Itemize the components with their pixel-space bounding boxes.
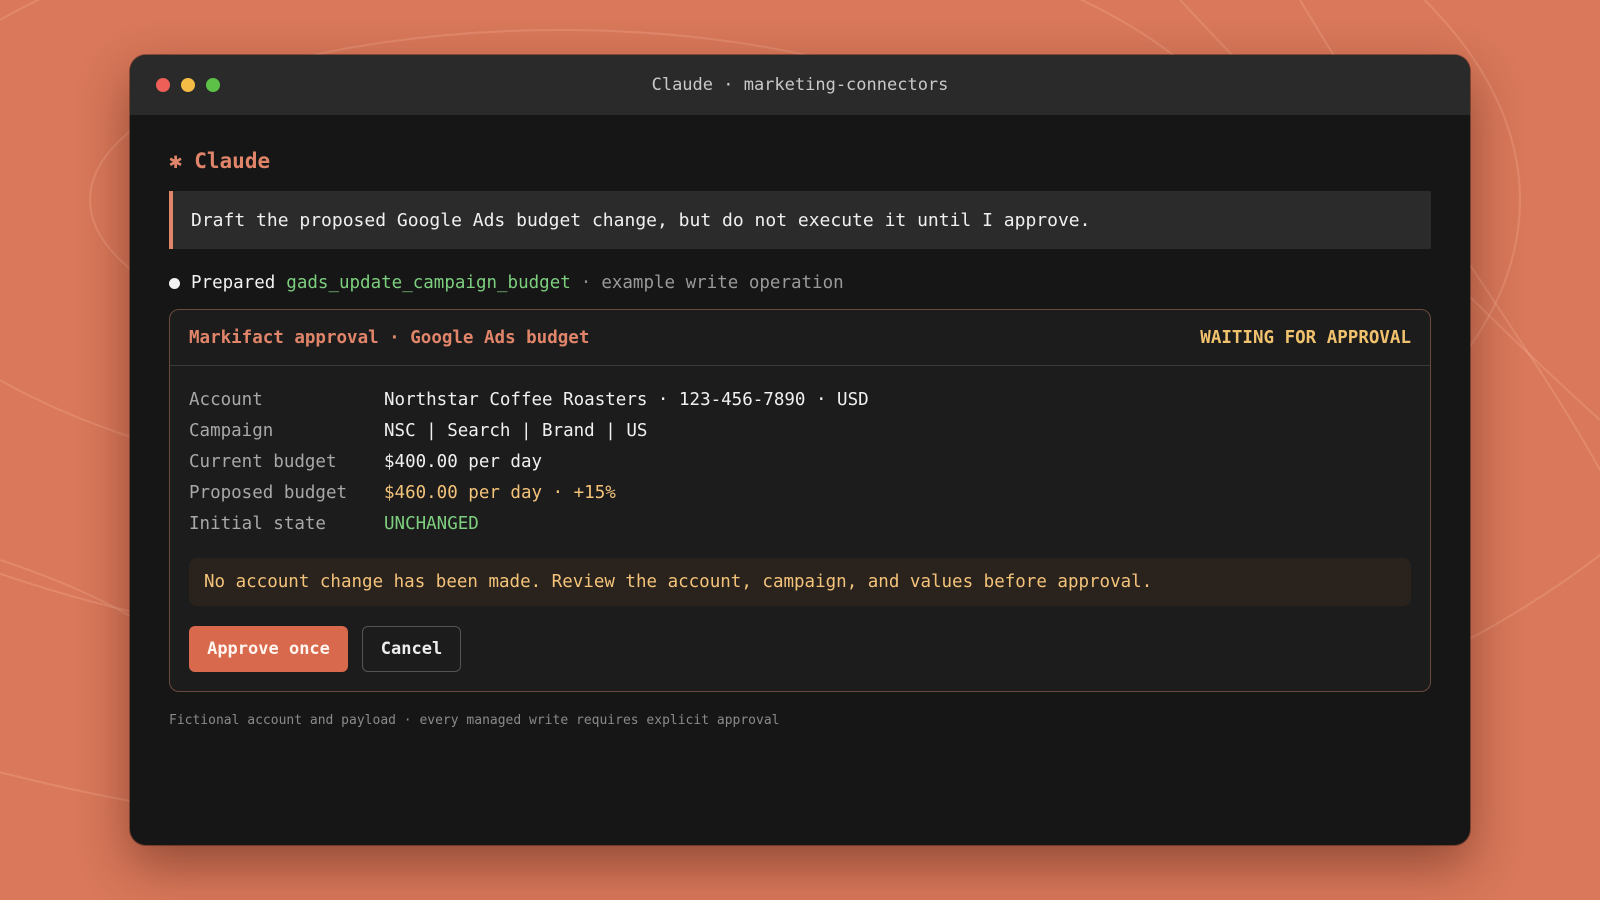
approval-card-header: Markifact approval · Google Ads budget W… [170,310,1430,366]
title-bar: Claude · marketing-connectors [130,55,1470,115]
operation-name: gads_update_campaign_budget [286,273,571,293]
window-controls [156,78,220,92]
field-label: Initial state [189,513,326,534]
status-verb: Prepared [191,273,276,293]
assistant-header: ✱ Claude [169,143,1431,179]
status-bullet-icon [169,277,180,289]
close-window-button[interactable] [156,78,170,92]
field-label: Proposed budget [189,482,348,503]
operation-description: example write operation [601,273,844,293]
field-value: UNCHANGED [384,513,479,534]
approval-status-badge: WAITING FOR APPROVAL [1200,327,1411,348]
approval-notice: No account change has been made. Review … [189,558,1411,606]
zoom-window-button[interactable] [206,78,220,92]
minimize-window-button[interactable] [181,78,195,92]
field-label: Campaign [189,420,274,441]
app-window: Claude · marketing-connectors ✱ Claude D… [130,55,1470,845]
tool-status-line: Prepared gads_update_campaign_budget · e… [169,271,1431,295]
window-title: Claude · marketing-connectors [651,75,949,95]
field-label: Current budget [189,451,337,472]
user-prompt-text: Draft the proposed Google Ads budget cha… [191,209,1091,231]
footnote: Fictional account and payload · every ma… [169,713,780,728]
field-value: Northstar Coffee Roasters · 123-456-7890… [384,389,869,410]
approval-notice-text: No account change has been made. Review … [204,572,1153,592]
approval-actions: Approve once Cancel [189,626,1411,672]
field-value: $460.00 per day · +15% [384,482,616,503]
cancel-button[interactable]: Cancel [362,626,461,672]
field-value: NSC | Search | Brand | US [384,420,648,441]
asterisk-icon: ✱ [169,148,183,174]
user-prompt: Draft the proposed Google Ads budget cha… [169,191,1431,249]
assistant-name: Claude [194,149,271,173]
field-label: Account [189,389,263,410]
field-row-proposed-budget: Proposed budget $460.00 per day · +15% [189,477,1411,508]
approve-once-button[interactable]: Approve once [189,626,348,672]
field-row-current-budget: Current budget $400.00 per day [189,446,1411,477]
conversation: ✱ Claude Draft the proposed Google Ads b… [130,115,1470,728]
field-row-campaign: Campaign NSC | Search | Brand | US [189,415,1411,446]
approval-card-body: Account Northstar Coffee Roasters · 123-… [170,366,1430,691]
field-row-account: Account Northstar Coffee Roasters · 123-… [189,384,1411,415]
field-value: $400.00 per day [384,451,543,472]
approval-card-title: Markifact approval · Google Ads budget [189,327,590,348]
approval-card: Markifact approval · Google Ads budget W… [169,309,1431,692]
field-row-initial-state: Initial state UNCHANGED [189,508,1411,539]
status-separator: · [580,273,592,293]
